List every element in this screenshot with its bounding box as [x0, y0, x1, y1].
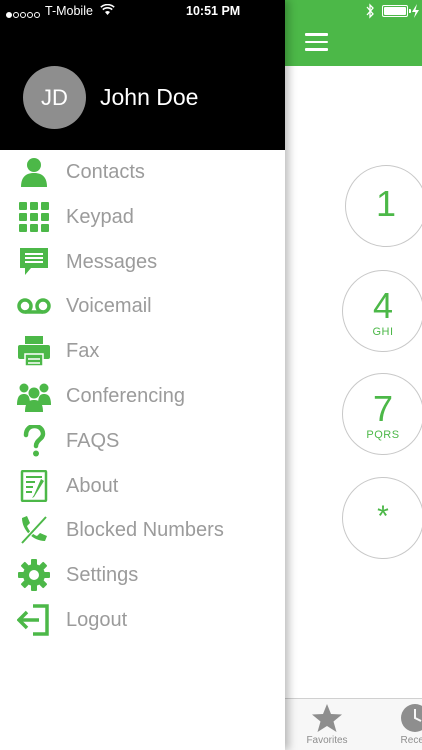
tab-favorites-label: Favorites — [306, 735, 348, 746]
message-icon — [20, 247, 48, 275]
drawer-menu: Contacts Keypad Messages Voicemail Fax C… — [0, 150, 285, 643]
dialer-panel: 1 4 GHI 7 PQRS * Favorites Rece — [285, 0, 422, 750]
dial-key-7[interactable]: 7 PQRS — [342, 373, 422, 455]
menu-item-contacts[interactable]: Contacts — [0, 150, 285, 195]
menu-item-label: Keypad — [66, 205, 134, 228]
dial-key-digit: 4 — [372, 285, 394, 326]
clock-icon — [401, 704, 422, 732]
dial-key-letters: PQRS — [366, 429, 400, 441]
menu-item-messages[interactable]: Messages — [0, 240, 285, 285]
side-drawer: T-Mobile 10:51 PM JD John Doe Contacts K… — [0, 0, 285, 750]
logout-icon — [17, 604, 49, 636]
menu-item-label: FAQS — [66, 429, 120, 452]
menu-item-keypad[interactable]: Keypad — [0, 195, 285, 240]
menu-item-label: Blocked Numbers — [66, 519, 224, 542]
star-icon — [312, 704, 342, 732]
drawer-header: T-Mobile 10:51 PM JD John Doe — [0, 0, 285, 150]
blocked-phone-icon — [20, 516, 48, 545]
dialer-header — [285, 0, 422, 66]
group-icon — [17, 383, 51, 412]
menu-item-conferencing[interactable]: Conferencing — [0, 374, 285, 419]
menu-icon[interactable] — [305, 33, 328, 51]
dial-key-4[interactable]: 4 GHI — [342, 270, 422, 352]
menu-item-logout[interactable]: Logout — [0, 598, 285, 643]
menu-item-settings[interactable]: Settings — [0, 553, 285, 598]
user-name: John Doe — [100, 84, 199, 110]
document-icon — [20, 469, 48, 502]
status-bar-right — [285, 0, 422, 22]
question-icon — [23, 424, 46, 457]
dial-key-letters: GHI — [372, 326, 394, 338]
dial-key-digit: * — [377, 500, 389, 533]
signal-icon — [6, 7, 41, 21]
tab-bar: Favorites Recen — [285, 698, 422, 750]
keypad-icon — [19, 201, 49, 232]
gear-icon — [18, 559, 50, 592]
charging-icon — [412, 4, 419, 18]
menu-item-label: Voicemail — [66, 295, 152, 318]
printer-icon — [18, 336, 50, 367]
avatar[interactable]: JD — [23, 66, 86, 129]
dial-key-1[interactable]: 1 — [345, 165, 422, 247]
dial-key-digit: 1 — [375, 183, 397, 224]
menu-item-label: Logout — [66, 608, 128, 631]
tab-recents-label: Recen — [400, 735, 422, 746]
menu-item-voicemail[interactable]: Voicemail — [0, 284, 285, 329]
app-screen: 1 4 GHI 7 PQRS * Favorites Rece T-Mobile… — [0, 0, 422, 750]
menu-item-label: Contacts — [66, 161, 145, 183]
person-icon — [21, 158, 47, 187]
tab-recents[interactable]: Recen — [385, 699, 422, 750]
status-bar: T-Mobile 10:51 PM — [0, 0, 285, 22]
menu-item-label: About — [66, 474, 119, 497]
menu-item-label: Settings — [66, 564, 139, 587]
menu-item-about[interactable]: About — [0, 464, 285, 509]
menu-item-faqs[interactable]: FAQS — [0, 419, 285, 464]
dial-key-digit: 7 — [372, 388, 394, 429]
menu-item-blocked-numbers[interactable]: Blocked Numbers — [0, 508, 285, 553]
menu-item-label: Messages — [66, 250, 158, 273]
battery-icon — [382, 5, 411, 17]
menu-item-fax[interactable]: Fax — [0, 329, 285, 374]
dial-key-star[interactable]: * — [342, 477, 422, 559]
bluetooth-icon — [366, 3, 374, 19]
tab-favorites[interactable]: Favorites — [295, 699, 359, 750]
status-time: 10:51 PM — [186, 4, 241, 18]
wifi-icon — [100, 4, 115, 15]
menu-item-label: Conferencing — [66, 384, 185, 407]
carrier-name: T-Mobile — [45, 4, 93, 18]
voicemail-icon — [17, 298, 51, 315]
menu-item-label: Fax — [66, 340, 100, 363]
